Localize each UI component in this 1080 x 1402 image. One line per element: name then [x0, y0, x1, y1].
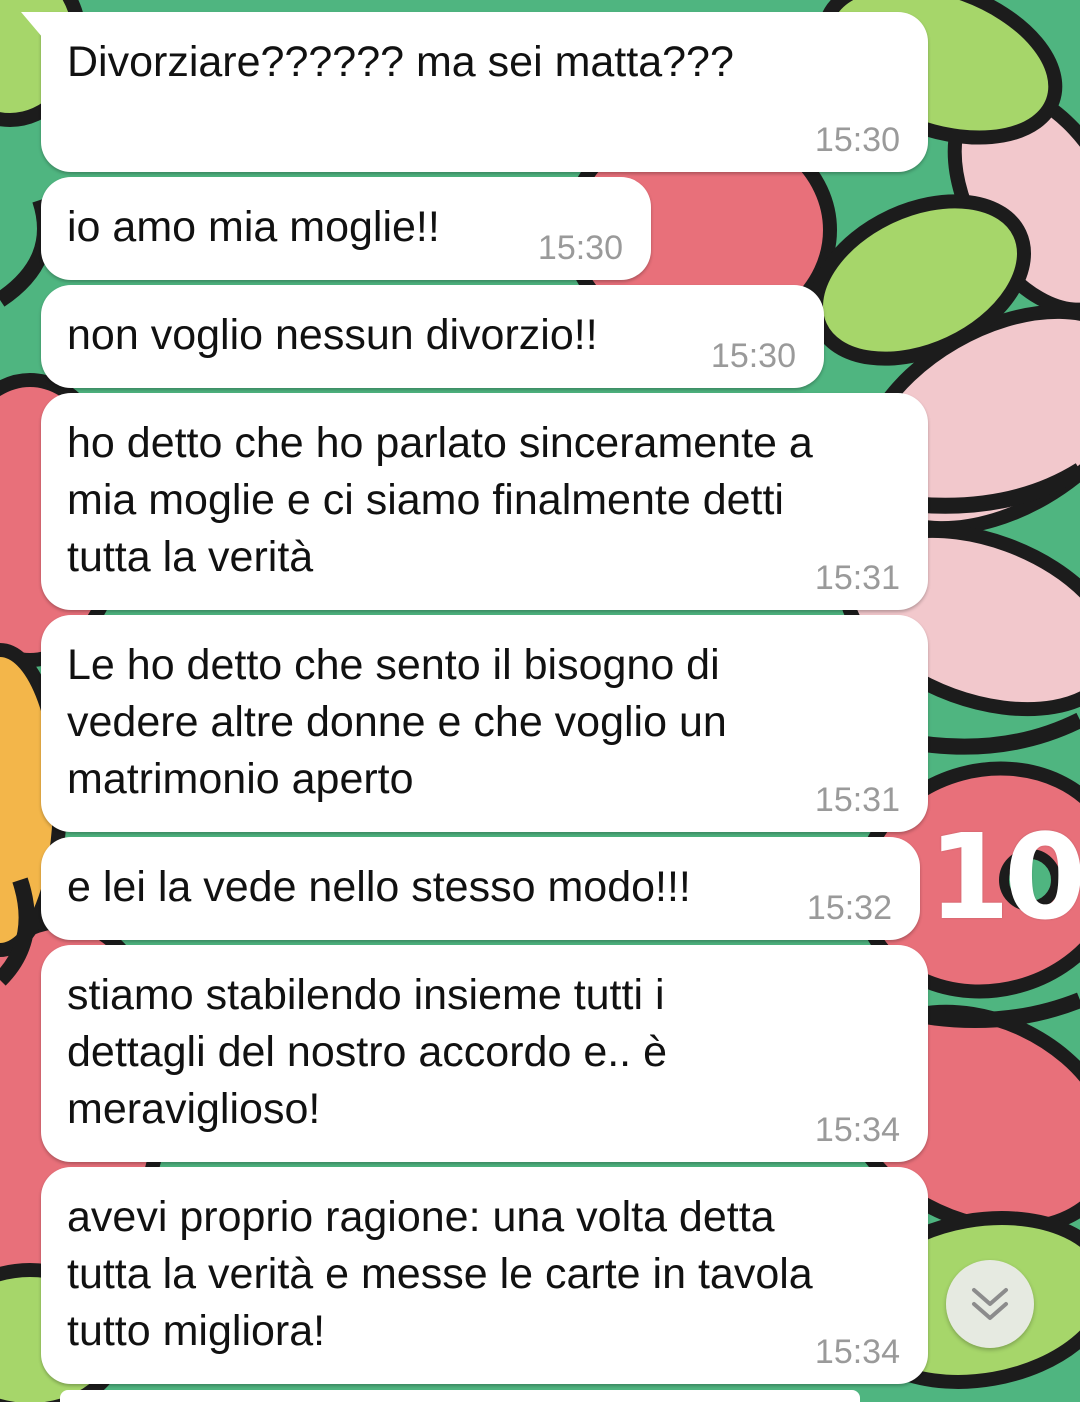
message-bubble[interactable]: non voglio nessun divorzio!! 15:30	[41, 285, 824, 388]
message-bubble[interactable]: ho detto che ho parlato sinceramente a m…	[41, 393, 928, 610]
message-text: stiamo stabilendo insieme tutti i dettag…	[67, 971, 667, 1133]
message-bubble[interactable]: io amo mia moglie!! 15:30	[41, 177, 651, 280]
message-time: 15:32	[806, 889, 892, 927]
message-list[interactable]: Divorziare?????? ma sei matta??? 15:30 i…	[0, 0, 1080, 1402]
message-time: 15:34	[814, 1111, 900, 1149]
message-bubble[interactable]: Divorziare?????? ma sei matta??? 15:30	[21, 12, 928, 172]
message-text: ho detto che ho parlato sinceramente a m…	[67, 419, 813, 581]
message-time: 15:30	[814, 121, 900, 159]
message-time: 15:31	[814, 559, 900, 597]
overlay-counter: 10	[928, 808, 1080, 946]
bubble-tail	[21, 12, 43, 38]
double-chevron-down-icon	[972, 1288, 1008, 1320]
message-bubble[interactable]: stiamo stabilendo insieme tutti i dettag…	[41, 945, 928, 1162]
scroll-to-bottom-button[interactable]	[946, 1260, 1034, 1348]
message-bubble[interactable]: avevi proprio ragione: una volta detta t…	[41, 1167, 928, 1384]
next-message-edge	[60, 1390, 860, 1402]
message-time: 15:31	[814, 781, 900, 819]
message-text: avevi proprio ragione: una volta detta t…	[67, 1193, 813, 1355]
message-time: 15:34	[814, 1333, 900, 1371]
message-text: Divorziare?????? ma sei matta???	[67, 38, 734, 86]
message-text: non voglio nessun divorzio!!	[67, 311, 598, 359]
message-time: 15:30	[710, 337, 796, 375]
message-bubble[interactable]: e lei la vede nello stesso modo!!! 15:32	[41, 837, 920, 940]
message-bubble[interactable]: Le ho detto che sento il bisogno di vede…	[41, 615, 928, 832]
message-time: 15:30	[537, 229, 623, 267]
message-text: e lei la vede nello stesso modo!!!	[67, 863, 691, 911]
message-text: Le ho detto che sento il bisogno di vede…	[67, 641, 727, 803]
